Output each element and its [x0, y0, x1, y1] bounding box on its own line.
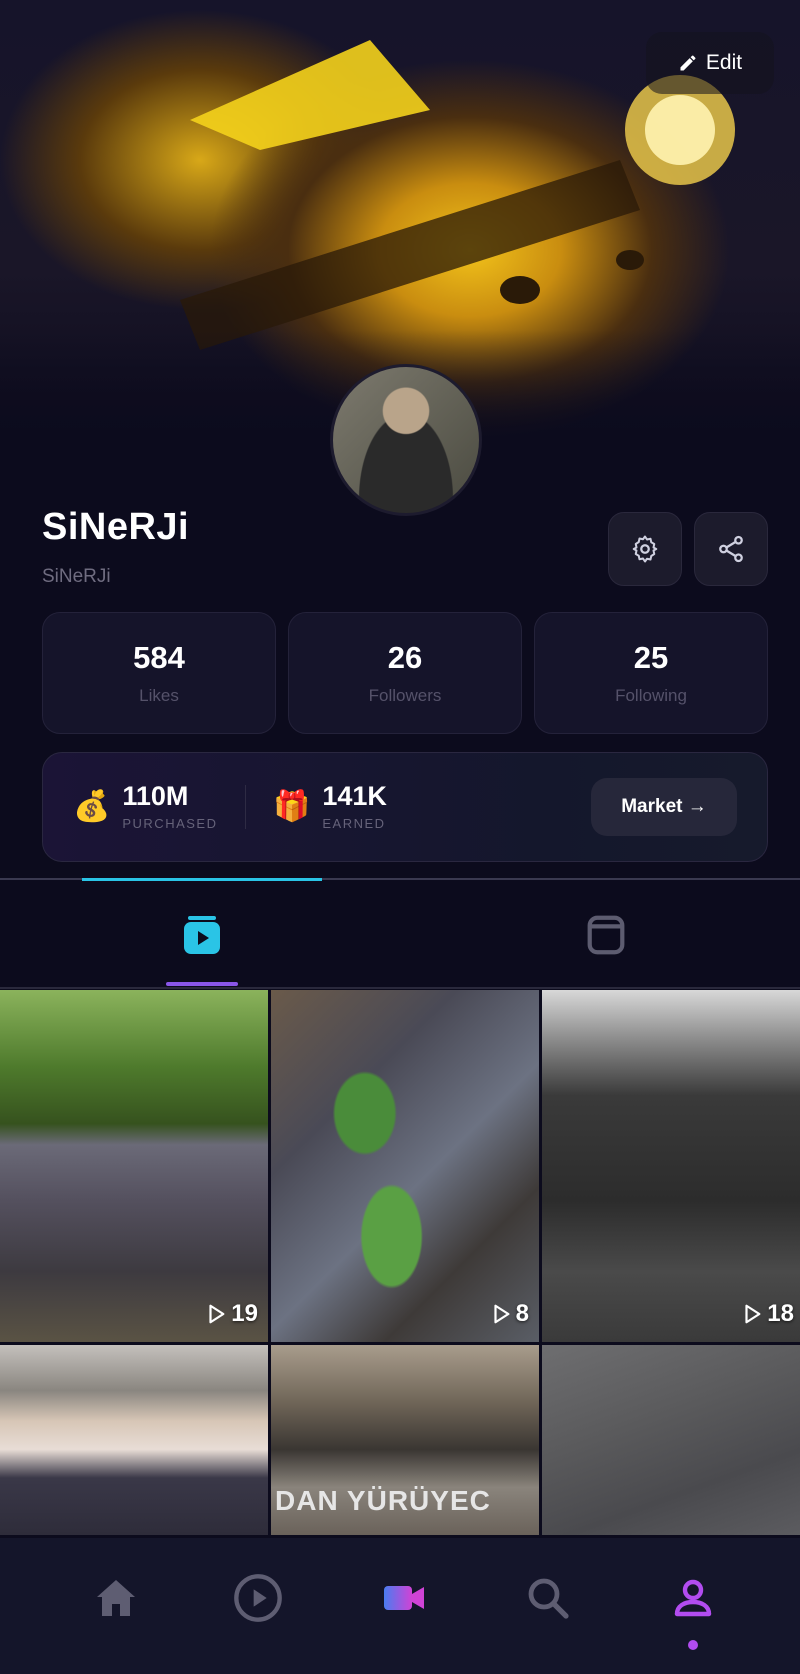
- earned-value: 141K: [322, 781, 387, 811]
- earned-item: 🎁 141K EARNED: [273, 781, 387, 831]
- tab-top-accent: [82, 878, 322, 881]
- share-button[interactable]: [694, 512, 768, 586]
- view-count-value: 19: [231, 1300, 258, 1327]
- video-thumbnail[interactable]: DAN YÜRÜYEC: [271, 1345, 539, 1535]
- play-outline-icon: [745, 1304, 761, 1324]
- bookmark-tab-icon: [587, 915, 625, 955]
- purchased-item: 💰 110M PURCHASED: [73, 781, 217, 831]
- tab-saved[interactable]: [576, 900, 636, 970]
- video-thumbnail[interactable]: 18: [542, 990, 800, 1342]
- nav-profile[interactable]: [663, 1568, 723, 1628]
- share-icon: [719, 535, 743, 563]
- gear-icon: [632, 535, 658, 563]
- play-circle-icon: [234, 1574, 282, 1622]
- view-count: 18: [741, 1300, 794, 1328]
- video-camera-icon: [384, 1586, 424, 1610]
- view-count: 8: [490, 1300, 529, 1328]
- video-thumbnail[interactable]: [0, 1345, 268, 1535]
- profile-username: SiNeRJi: [42, 506, 190, 548]
- active-nav-indicator: [688, 1640, 698, 1650]
- wallet-card: 💰 110M PURCHASED 🎁 141K EARNED Market →: [42, 752, 768, 862]
- stats-row: 584 Likes 26 Followers 25 Following: [42, 612, 768, 734]
- market-button[interactable]: Market →: [591, 778, 737, 836]
- pencil-icon: [680, 55, 696, 71]
- video-grid: 19 8 18 DAN YÜRÜYEC: [0, 990, 800, 1538]
- gift-icon: 🎁: [273, 789, 311, 823]
- search-icon: [528, 1578, 569, 1619]
- tabs-top-divider: [0, 878, 800, 881]
- avatar[interactable]: [330, 364, 482, 516]
- video-thumbnail[interactable]: [542, 1345, 800, 1535]
- profile-handle: SiNeRJi: [42, 566, 111, 587]
- nav-create[interactable]: [374, 1568, 434, 1628]
- view-count-value: 8: [515, 1300, 529, 1327]
- video-stack-icon: [184, 916, 220, 954]
- thumbnail-caption: DAN YÜRÜYEC: [275, 1485, 491, 1516]
- following-count: 25: [633, 640, 669, 675]
- profile-icon: [674, 1579, 712, 1617]
- play-outline-icon: [209, 1304, 225, 1324]
- edit-cover-button[interactable]: Edit: [646, 32, 774, 94]
- nav-play[interactable]: [228, 1568, 288, 1628]
- tabs-bottom-divider: [0, 987, 800, 989]
- likes-count: 584: [133, 640, 185, 675]
- video-thumbnail[interactable]: 8: [271, 990, 539, 1342]
- tab-videos[interactable]: [172, 900, 232, 970]
- active-tab-indicator: [166, 982, 238, 986]
- video-thumbnail[interactable]: 19: [0, 990, 268, 1342]
- stat-followers[interactable]: 26 Followers: [288, 612, 522, 734]
- likes-label: Likes: [139, 686, 179, 705]
- play-outline-icon: [494, 1304, 510, 1324]
- stat-following[interactable]: 25 Following: [534, 612, 768, 734]
- purchased-label: PURCHASED: [122, 816, 218, 831]
- followers-label: Followers: [368, 686, 442, 705]
- wallet-divider: [245, 785, 246, 829]
- following-label: Following: [615, 686, 687, 705]
- money-bag-icon: 💰: [73, 789, 111, 823]
- purchased-value: 110M: [122, 781, 189, 811]
- followers-count: 26: [387, 640, 423, 675]
- edit-label: Edit: [705, 51, 743, 74]
- view-count: 19: [205, 1300, 258, 1328]
- bottom-navigation: [0, 1538, 800, 1674]
- earned-label: EARNED: [322, 816, 386, 831]
- nav-home[interactable]: [86, 1568, 146, 1628]
- home-icon: [97, 1580, 135, 1616]
- view-count-value: 18: [767, 1300, 794, 1327]
- stat-likes[interactable]: 584 Likes: [42, 612, 276, 734]
- settings-button[interactable]: [608, 512, 682, 586]
- nav-search[interactable]: [518, 1568, 578, 1628]
